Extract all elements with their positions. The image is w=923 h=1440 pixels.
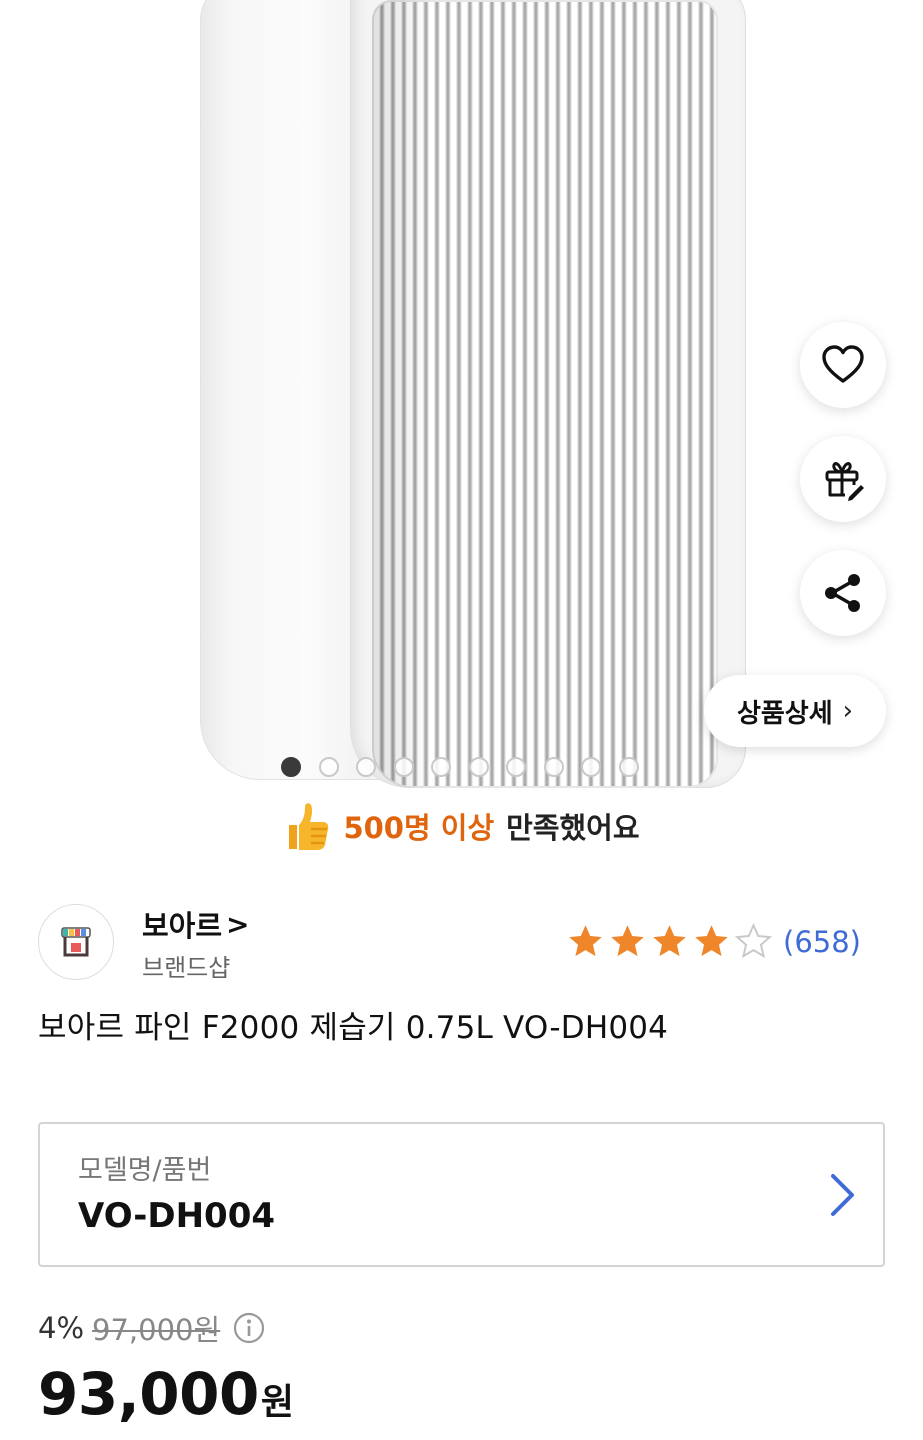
star-filled-icon [569,925,602,957]
carousel-dot[interactable] [356,757,376,777]
star-filled-icon [653,925,686,957]
model-value: VO-DH004 [78,1196,276,1236]
chevron-right-icon [831,1174,854,1216]
chevron-right-icon: > [226,907,250,941]
storefront-icon [61,927,91,957]
thumbs-up-icon [289,803,329,850]
satisfaction-banner: 500명 이상 만족했어요 [0,796,923,856]
carousel-dot[interactable] [281,757,301,777]
heart-icon [822,345,864,383]
product-detail-button[interactable]: 상품상세 › [704,675,886,747]
rating-summary[interactable]: (658) [566,922,861,961]
seller-logo[interactable] [38,904,114,980]
satisfaction-highlight: 500명 이상 [343,811,495,845]
final-price-number: 93,000 [38,1360,259,1428]
final-price-unit: 원 [260,1382,294,1423]
final-price: 93,000 원 [38,1360,294,1428]
share-icon [825,574,860,612]
carousel-dot[interactable] [431,757,451,777]
info-icon[interactable] [232,1311,266,1345]
product-detail-label: 상품상세 [736,698,833,729]
product-image[interactable] [0,0,923,790]
wishlist-button[interactable] [800,322,886,408]
model-number-box[interactable]: 모델명/품번 VO-DH004 [38,1122,885,1267]
star-empty-icon [734,922,773,959]
seller-name-link[interactable]: 보아르 > [142,903,250,945]
chevron-right-icon: › [842,696,854,726]
gift-icon [825,462,864,501]
carousel-dot[interactable] [468,757,489,777]
seller-name: 보아르 [142,909,223,943]
carousel-dot[interactable] [318,757,339,777]
carousel-dot[interactable] [618,757,639,777]
star-filled-icon [611,925,644,957]
satisfaction-text: 만족했어요 [506,811,640,845]
carousel-dot[interactable] [543,757,564,777]
seller-type: 브랜드샵 [142,954,231,982]
discount-row: 4% 97,000원 [38,1307,266,1349]
review-count: (658) [783,924,861,959]
grille-shade [372,0,432,788]
share-button[interactable] [800,550,886,636]
carousel-dot[interactable] [393,757,414,777]
carousel-dots [281,757,639,777]
product-title: 보아르 파인 F2000 제습기 0.75L VO-DH004 [38,1010,669,1046]
discount-rate: 4% [38,1311,85,1345]
star-filled-icon [695,925,728,957]
original-price: 97,000원 [92,1313,221,1347]
star-rating [566,922,773,961]
gift-button[interactable] [800,436,886,522]
carousel-dot[interactable] [581,757,601,777]
carousel-dot[interactable] [506,757,526,777]
model-label: 모델명/품번 [78,1155,212,1186]
